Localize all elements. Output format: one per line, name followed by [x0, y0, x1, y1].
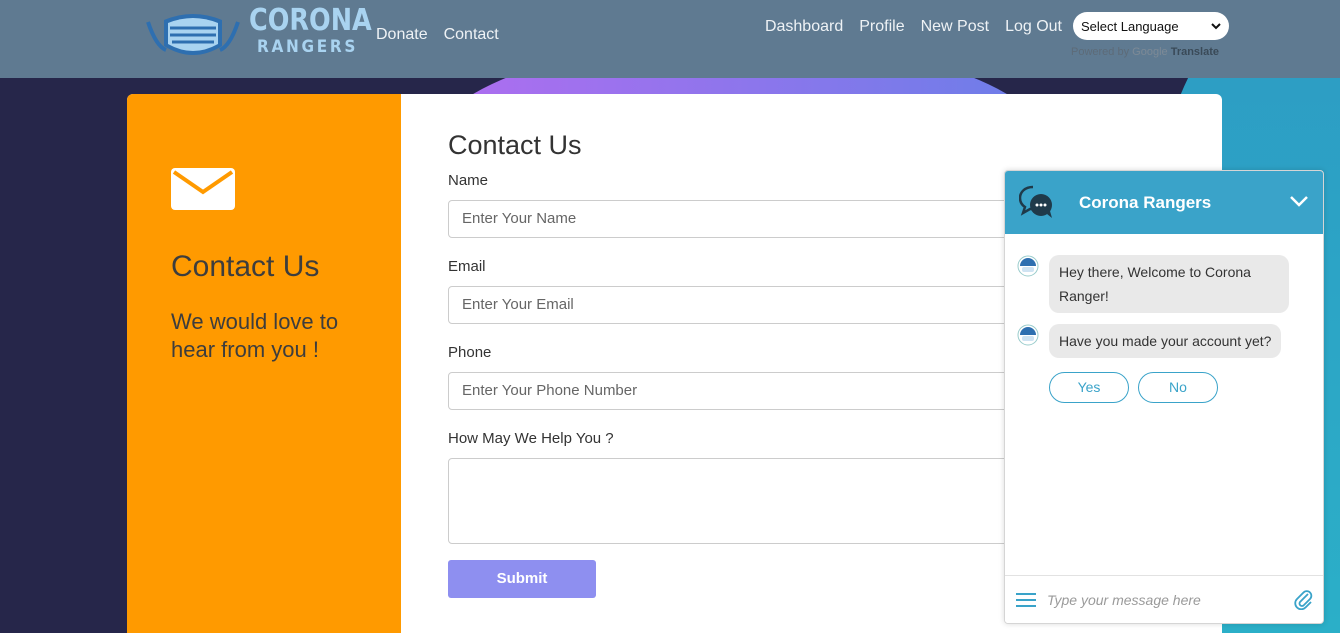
chat-message-input[interactable]: Type your message here	[1047, 592, 1201, 608]
primary-nav: Donate Contact	[376, 26, 499, 44]
nav-contact-link[interactable]: Contact	[444, 26, 499, 44]
phone-label: Phone	[448, 344, 492, 361]
submit-button[interactable]: Submit	[448, 560, 596, 598]
nav-donate-link[interactable]: Donate	[376, 26, 428, 44]
bot-avatar-icon	[1017, 324, 1039, 346]
email-label: Email	[448, 258, 486, 275]
chat-message-bubble: Have you made your account yet?	[1049, 324, 1282, 358]
user-nav: Dashboard Profile New Post Log Out	[765, 18, 1062, 36]
chevron-down-icon[interactable]	[1289, 193, 1309, 209]
nav-dashboard-link[interactable]: Dashboard	[765, 18, 843, 36]
chat-title: Corona Rangers	[1079, 193, 1212, 212]
chat-widget: Corona Rangers Hey there, Welcome to Cor…	[1004, 170, 1324, 624]
paperclip-icon[interactable]	[1293, 588, 1313, 610]
form-title: Contact Us	[448, 130, 582, 160]
nav-new-post-link[interactable]: New Post	[921, 18, 989, 36]
chevron-down-icon	[1211, 23, 1221, 30]
contact-panel-subtitle: We would love to hear from you !	[171, 309, 339, 362]
contact-panel-title: Contact Us	[171, 250, 320, 283]
help-label: How May We Help You ?	[448, 430, 614, 447]
name-label: Name	[448, 172, 489, 189]
contact-info-panel: Contact Us We would love to hear from yo…	[127, 94, 401, 633]
powered-by-text: Powered by	[1071, 46, 1130, 58]
translate-link[interactable]: Translate	[1171, 46, 1219, 58]
google-translate-credit: Powered by Google Translate	[1071, 46, 1219, 58]
top-navbar: CORONA RANGERS Donate Contact Dashboard …	[0, 0, 1340, 78]
chat-input-bar: Type your message here	[1005, 575, 1323, 623]
nav-profile-link[interactable]: Profile	[859, 18, 904, 36]
logo-wordmark: CORONA RANGERS	[249, 3, 393, 57]
logo-line-2: RANGERS	[257, 37, 359, 57]
envelope-icon	[171, 168, 235, 210]
logo-line-1: CORONA	[249, 3, 372, 38]
nav-logout-link[interactable]: Log Out	[1005, 18, 1062, 36]
chat-bubbles-icon	[1019, 185, 1052, 218]
menu-icon[interactable]	[1016, 592, 1036, 608]
quick-reply-no-button[interactable]: No	[1138, 372, 1218, 403]
chat-header[interactable]: Corona Rangers	[1005, 171, 1323, 234]
chat-message: Hey there, Welcome to Corona Ranger!	[1017, 255, 1289, 313]
bot-avatar-icon	[1017, 255, 1039, 277]
language-select[interactable]: Select Language	[1073, 12, 1229, 40]
google-logo-text: Google	[1132, 46, 1168, 58]
quick-reply-yes-button[interactable]: Yes	[1049, 372, 1129, 403]
language-select-value: Select Language	[1081, 18, 1179, 34]
mask-logo-icon	[146, 14, 240, 55]
chat-message-bubble: Hey there, Welcome to Corona Ranger!	[1049, 255, 1289, 313]
chat-message: Have you made your account yet?	[1017, 324, 1282, 358]
